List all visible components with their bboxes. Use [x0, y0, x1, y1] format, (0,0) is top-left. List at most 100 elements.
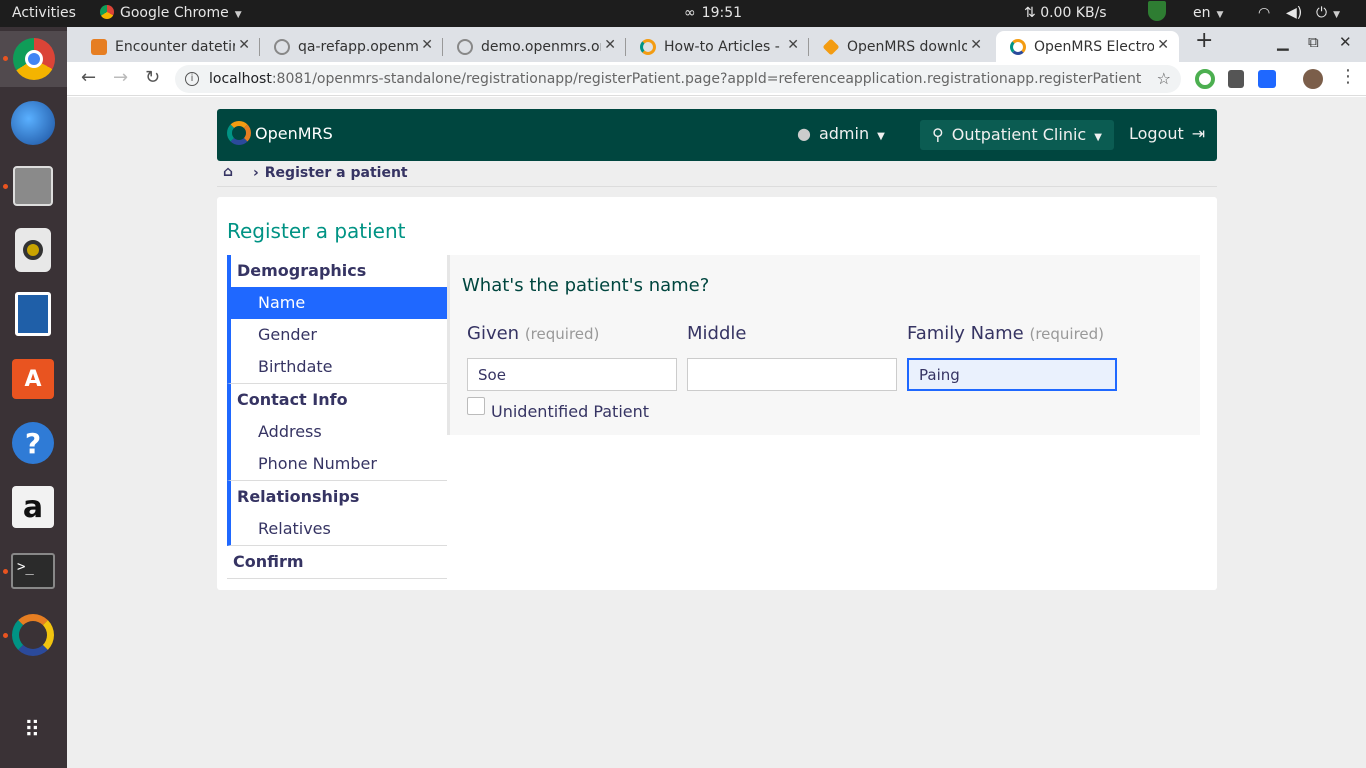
browser-toolbar: ← → ↻ i localhost:8081/openmrs-standalon…	[67, 62, 1366, 96]
nav-item-birthdate[interactable]: Birthdate	[231, 351, 447, 383]
power-icon[interactable]: ⏻ ▼	[1316, 0, 1340, 27]
browser-menu-icon[interactable]: ⋮	[1339, 66, 1357, 87]
info-icon[interactable]: i	[185, 72, 199, 86]
activities-button[interactable]: Activities	[12, 0, 76, 27]
location-menu[interactable]: ⚲ Outpatient Clinic ▼	[920, 120, 1114, 150]
favicon	[91, 38, 107, 55]
home-icon[interactable]: ⌂	[223, 164, 233, 180]
favicon	[822, 38, 840, 55]
user-menu[interactable]: ● admin ▼	[797, 109, 885, 161]
rhythmbox-launcher[interactable]	[9, 226, 57, 274]
nav-item-relatives[interactable]: Relatives	[231, 513, 447, 545]
favicon	[640, 38, 656, 55]
unidentified-patient-label: Unidentified Patient	[491, 402, 650, 421]
user-icon: ●	[797, 124, 811, 143]
browser-tab[interactable]: How-to Articles - ✕	[626, 31, 809, 62]
network-speed: ⇅ 0.00 KB/s	[1024, 5, 1107, 21]
close-icon[interactable]: ✕	[787, 37, 799, 53]
minimize-button[interactable]: ▁	[1277, 33, 1289, 51]
file-cabinet-icon	[13, 166, 53, 206]
app-menu[interactable]: Google Chrome ▼	[100, 0, 242, 27]
forward-button[interactable]: →	[113, 67, 128, 88]
language-menu[interactable]: en ▼	[1193, 0, 1223, 27]
url-text: localhost:8081/openmrs-standalone/regist…	[209, 71, 1142, 87]
document-icon	[15, 292, 51, 336]
show-applications-button[interactable]: ⠿	[9, 707, 57, 755]
amazon-icon: a	[12, 486, 54, 528]
wifi-icon[interactable]: ◠	[1258, 0, 1270, 27]
chevron-down-icon: ▼	[877, 131, 885, 142]
thunderbird-icon	[11, 101, 55, 145]
help-launcher[interactable]: ?	[9, 419, 57, 467]
close-icon[interactable]: ✕	[421, 37, 433, 53]
nav-section-relationships: Relationships Relatives	[227, 481, 447, 546]
address-bar[interactable]: i localhost:8081/openmrs-standalone/regi…	[175, 65, 1181, 93]
map-marker-icon: ⚲	[932, 125, 944, 144]
family-name-input[interactable]	[907, 358, 1117, 391]
chevron-down-icon: ▼	[1216, 10, 1224, 20]
software-center-launcher[interactable]: A	[9, 355, 57, 403]
middle-name-input[interactable]	[687, 358, 897, 391]
close-window-button[interactable]: ✕	[1339, 33, 1352, 51]
writer-launcher[interactable]	[9, 290, 57, 338]
browser-tab[interactable]: OpenMRS downlo ✕	[809, 31, 992, 62]
launcher-dock: A ? a >_ ⠿	[0, 27, 67, 768]
nav-item-name[interactable]: Name	[231, 287, 447, 319]
extension-bulb-icon[interactable]	[1228, 70, 1244, 88]
given-name-label: Given (required)	[467, 323, 600, 344]
nav-section-demographics: Demographics Name Gender Birthdate	[227, 255, 447, 384]
browser-tab[interactable]: qa-refapp.openm ✕	[260, 31, 443, 62]
shopping-bag-icon: A	[12, 359, 54, 399]
files-launcher[interactable]	[3, 162, 57, 210]
app-grid-icon: ⠿	[23, 718, 43, 743]
browser-tab[interactable]: Encounter datetir ✕	[77, 31, 260, 62]
close-icon[interactable]: ✕	[604, 37, 616, 53]
thunderbird-launcher[interactable]	[9, 99, 57, 147]
chevron-down-icon: ▼	[234, 10, 242, 20]
chevron-right-icon: ›	[253, 165, 259, 181]
close-icon[interactable]: ✕	[970, 37, 982, 53]
favicon	[1010, 38, 1026, 55]
nav-section-title[interactable]: Contact Info	[231, 384, 447, 416]
nav-item-confirm[interactable]: Confirm	[227, 546, 447, 578]
unidentified-patient-checkbox[interactable]	[467, 397, 485, 415]
browser-tab[interactable]: demo.openmrs.or ✕	[443, 31, 626, 62]
extension-box-icon[interactable]	[1258, 70, 1276, 88]
nav-section-title[interactable]: Demographics	[231, 255, 447, 287]
speaker-icon	[15, 228, 51, 272]
chrome-launcher[interactable]	[0, 31, 67, 87]
volume-icon[interactable]: ◀)	[1286, 0, 1302, 27]
terminal-launcher[interactable]: >_	[3, 547, 57, 595]
clock[interactable]: ∞ 19:51	[684, 0, 742, 27]
nav-item-address[interactable]: Address	[231, 416, 447, 448]
maximize-button[interactable]: ⧉	[1308, 33, 1319, 51]
openmrs-logo-icon	[227, 121, 251, 145]
updown-arrows-icon: ⇅	[1024, 5, 1036, 21]
bookmark-star-icon[interactable]: ☆	[1157, 65, 1171, 93]
back-button[interactable]: ←	[81, 67, 96, 88]
amazon-launcher[interactable]: a	[9, 483, 57, 531]
form-question: What's the patient's name?	[462, 275, 710, 296]
nav-item-gender[interactable]: Gender	[231, 319, 447, 351]
nav-section-contact: Contact Info Address Phone Number	[227, 384, 447, 481]
openmrs-header: OpenMRS ● admin ▼ ⚲ Outpatient Clinic ▼ Logo…	[217, 109, 1217, 161]
close-icon[interactable]: ✕	[238, 37, 250, 53]
browser-tab-active[interactable]: OpenMRS Electro ✕	[996, 31, 1179, 62]
chrome-icon	[12, 38, 55, 80]
openmrs-logo[interactable]: OpenMRS	[227, 121, 333, 145]
close-icon[interactable]: ✕	[1157, 37, 1169, 53]
logout-button[interactable]: Logout ⇥	[1129, 109, 1205, 161]
extension-on-icon[interactable]	[1195, 69, 1215, 89]
new-tab-button[interactable]: +	[1195, 28, 1213, 53]
shield-icon[interactable]	[1148, 0, 1166, 27]
nav-section-title[interactable]: Relationships	[231, 481, 447, 513]
sign-out-icon: ⇥	[1191, 124, 1206, 143]
reload-button[interactable]: ↻	[145, 67, 160, 88]
terminal-icon: >_	[11, 553, 55, 589]
favicon	[274, 38, 290, 55]
favicon	[457, 38, 473, 55]
openmrs-launcher[interactable]	[3, 611, 57, 659]
profile-avatar[interactable]	[1303, 69, 1323, 89]
nav-item-phone[interactable]: Phone Number	[231, 448, 447, 480]
given-name-input[interactable]	[467, 358, 677, 391]
